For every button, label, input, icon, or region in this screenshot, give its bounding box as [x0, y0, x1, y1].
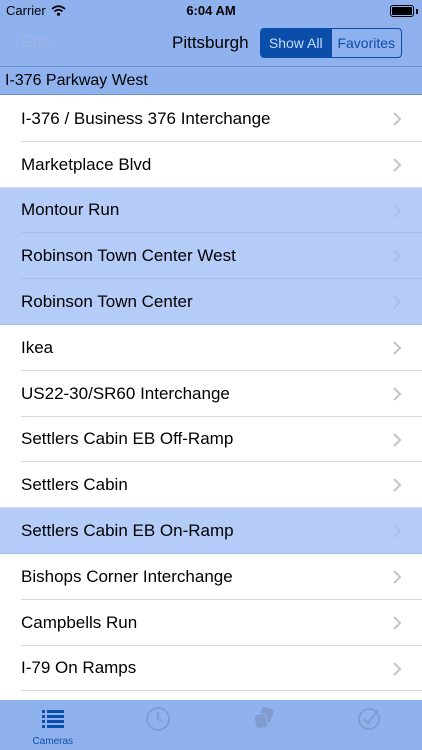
camera-list: I-376 / Business 376 Interchange Marketp… — [0, 96, 422, 692]
list-item[interactable]: I-79 On Ramps — [0, 645, 422, 692]
list-item[interactable]: I-376 / Business 376 Interchange — [0, 96, 422, 142]
chevron-right-icon — [393, 616, 402, 630]
tab-bar: Cameras — [0, 700, 422, 750]
list-item[interactable]: Robinson Town Center — [0, 279, 422, 325]
navigation-bar: Edit Pittsburgh Show All Favorites — [0, 22, 422, 66]
chevron-right-icon — [393, 249, 402, 264]
clock-icon — [146, 707, 171, 731]
list-item[interactable]: Robinson Town Center West — [0, 233, 422, 280]
filter-segmented-control: Show All Favorites — [260, 28, 402, 58]
tab-about[interactable] — [317, 700, 422, 750]
tab-cameras[interactable]: Cameras — [0, 700, 106, 750]
list-item[interactable]: US22-30/SR60 Interchange — [0, 370, 422, 417]
segment-favorites[interactable]: Favorites — [330, 29, 402, 57]
list-item[interactable]: Settlers Cabin EB On-Ramp — [0, 508, 422, 554]
clock-time: 6:04 AM — [186, 3, 236, 18]
list-item[interactable]: Ikea — [0, 324, 422, 371]
tab-recent[interactable] — [106, 700, 212, 750]
list-item[interactable]: Marketplace Blvd — [0, 141, 422, 188]
chevron-right-icon — [393, 478, 402, 493]
list-item[interactable]: Bishops Corner Interchange — [0, 553, 422, 600]
chevron-right-icon — [393, 570, 402, 584]
list-item-label: Robinson Town Center West — [21, 246, 236, 266]
chevron-right-icon — [393, 295, 402, 309]
list-item[interactable]: Settlers Cabin — [0, 462, 422, 509]
list-item-label: Settlers Cabin — [21, 475, 128, 495]
badge-check-icon — [358, 708, 381, 730]
chevron-right-icon — [393, 112, 402, 126]
section-title: I-376 Parkway West — [5, 72, 148, 89]
list-icon — [41, 710, 64, 728]
list-item-label: Campbells Run — [21, 612, 138, 632]
edit-button[interactable]: Edit — [22, 34, 50, 52]
chevron-right-icon — [393, 387, 402, 401]
list-item-label: Settlers Cabin EB On-Ramp — [21, 521, 234, 541]
list-item-label: Settlers Cabin EB Off-Ramp — [21, 429, 234, 449]
chevron-right-icon — [393, 341, 402, 355]
tab-collections[interactable] — [211, 700, 317, 750]
cards-icon — [253, 706, 274, 730]
section-header: I-376 Parkway West — [0, 66, 422, 95]
segment-show-all[interactable]: Show All — [261, 29, 331, 57]
battery-icon — [390, 5, 414, 17]
list-item-label: Ikea — [21, 337, 54, 357]
chevron-right-icon — [393, 661, 402, 676]
chevron-right-icon — [393, 158, 402, 172]
chevron-right-icon — [393, 203, 402, 218]
list-item-label: I-79 On Ramps — [21, 658, 137, 678]
list-item-label: US22-30/SR60 Interchange — [21, 383, 230, 403]
list-item-label: Robinson Town Center — [21, 292, 193, 312]
page-title: Pittsburgh — [172, 33, 249, 52]
battery-cap — [416, 9, 418, 14]
chevron-right-icon — [393, 524, 402, 538]
list-item-label: I-376 / Business 376 Interchange — [21, 108, 271, 128]
list-item-label: Montour Run — [21, 200, 120, 220]
list-item[interactable]: Montour Run — [0, 187, 422, 234]
list-item[interactable]: Campbells Run — [0, 599, 422, 646]
list-item[interactable]: Settlers Cabin EB Off-Ramp — [0, 416, 422, 463]
list-item-label: Marketplace Blvd — [21, 154, 152, 174]
status-bar: Carrier 6:04 AM — [0, 0, 422, 22]
list-item-label: Bishops Corner Interchange — [21, 566, 233, 586]
chevron-right-icon — [393, 432, 402, 447]
tab-label: Cameras — [32, 736, 74, 747]
